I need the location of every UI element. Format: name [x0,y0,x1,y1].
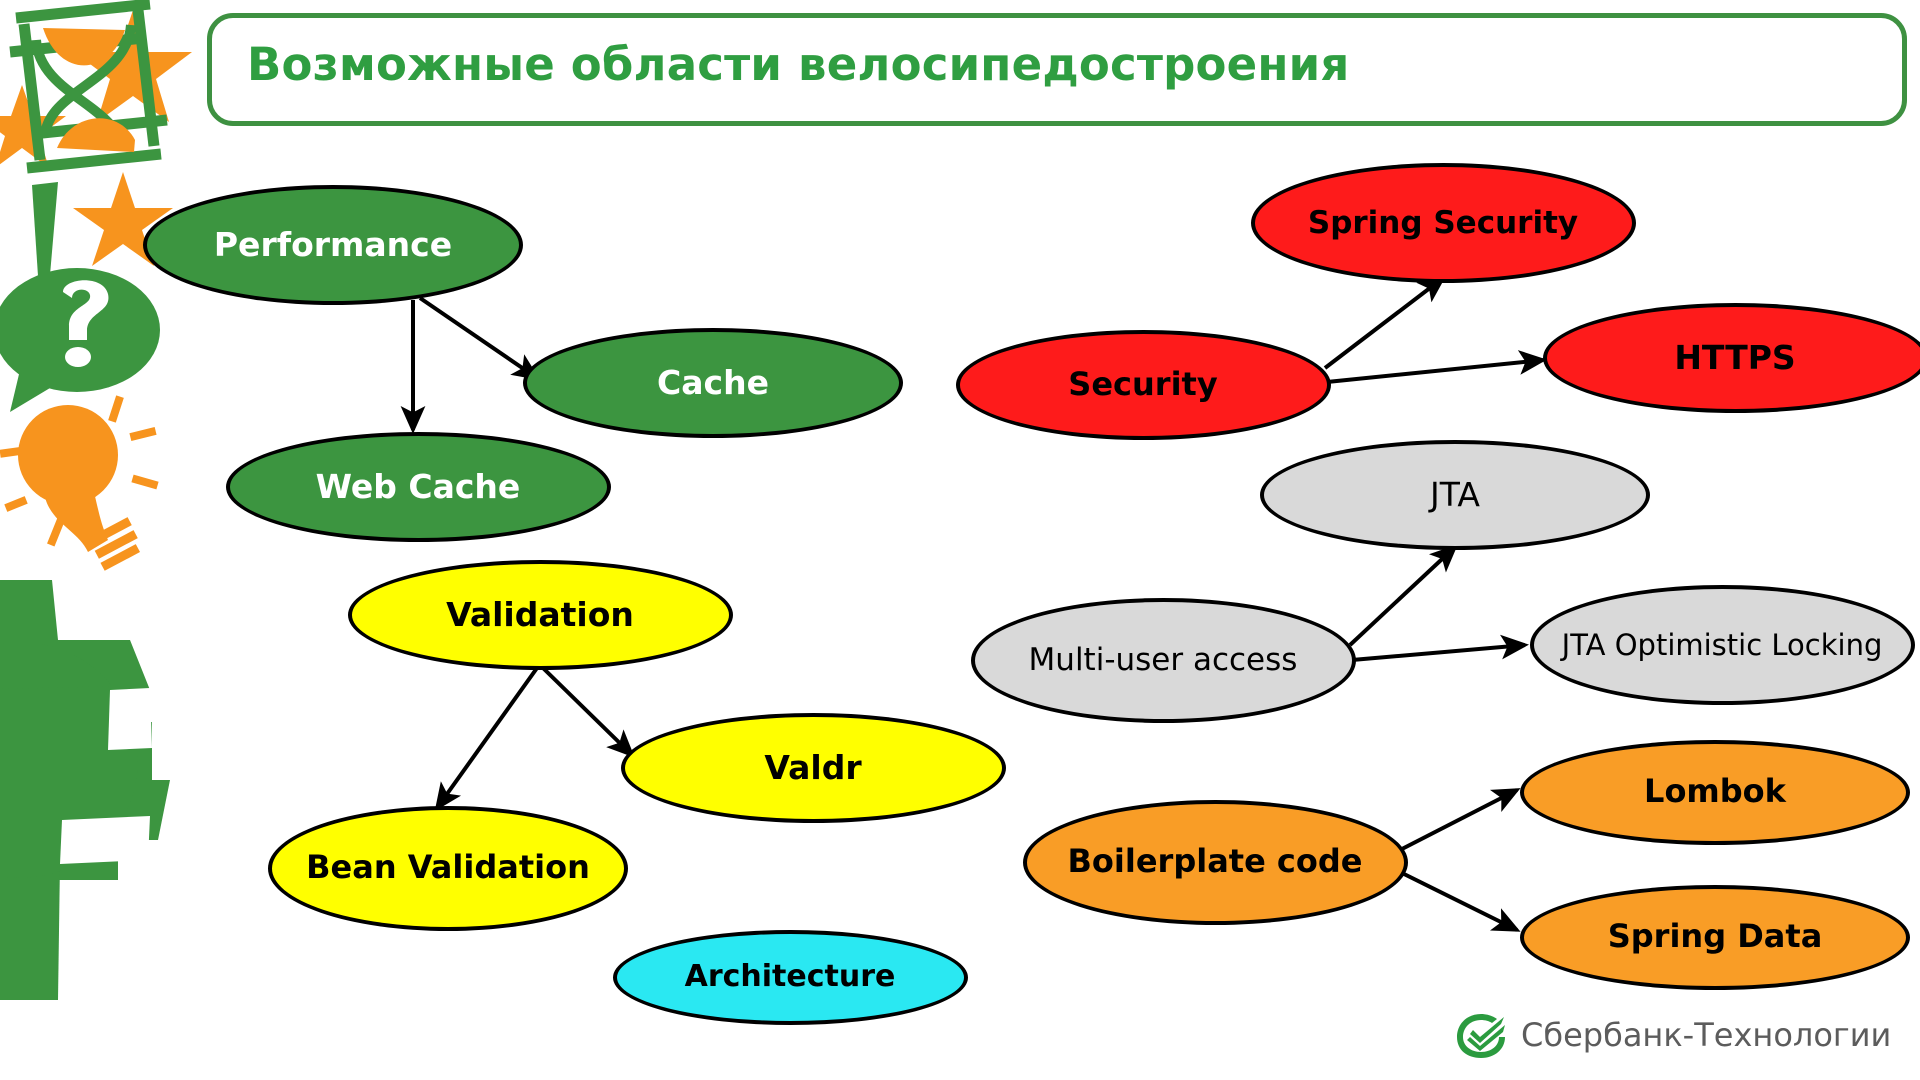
edge-validation-to-beanval [434,666,539,812]
node-label: Multi-user access [1028,641,1298,678]
edge-boilerplate-to-springdata [1399,870,1521,932]
edge-multiuser-to-jtaopt [1351,634,1529,662]
node-boilerplate[interactable]: Boilerplate code [1022,799,1408,925]
node-label: Architecture [684,959,896,995]
node-label: Spring Security [1307,204,1579,241]
node-performance[interactable]: Performance [143,185,523,305]
node-webcache[interactable]: Web Cache [225,432,611,542]
node-label: Lombok [1644,772,1786,811]
node-architecture[interactable]: Architecture [612,929,968,1025]
edge-boilerplate-to-lombok [1399,788,1521,852]
edge-security-to-https [1326,350,1547,384]
node-label: Cache [657,362,769,402]
node-label: JTA Optimistic Locking [1561,627,1883,662]
brand-name: Сбербанк-Технологии [1521,1016,1892,1054]
edge-security-to-springsec [1323,275,1447,370]
node-label: Validation [446,594,634,634]
node-beanval[interactable]: Bean Validation [268,805,628,931]
edge-multiuser-to-jta [1348,544,1458,647]
brand-lockup: Сбербанк-Технологии [1455,1010,1891,1060]
slide-canvas: Возможные области велосипедостроения Per… [0,0,1920,1080]
sberbank-logo-icon [1457,1014,1505,1058]
node-label: Boilerplate code [1067,842,1363,881]
node-label: Performance [213,224,453,264]
node-jta[interactable]: JTA [1260,440,1650,550]
node-springdata[interactable]: Spring Data [1520,884,1910,990]
node-label: Security [1068,365,1218,404]
edge-validation-to-valdr [541,666,635,758]
node-jtaopt[interactable]: JTA Optimistic Locking [1529,585,1915,705]
edge-performance-to-cache [418,296,541,381]
node-label: Spring Data [1607,917,1823,956]
node-security[interactable]: Security [955,330,1331,440]
node-valdr[interactable]: Valdr [620,713,1006,823]
node-https[interactable]: HTTPS [1542,303,1920,413]
node-lombok[interactable]: Lombok [1520,739,1910,845]
node-label: Bean Validation [306,848,590,887]
node-cache[interactable]: Cache [523,328,903,438]
node-multiuser[interactable]: Multi-user access [970,597,1356,723]
node-label: Web Cache [315,466,521,506]
node-label: HTTPS [1674,337,1796,377]
node-springsec[interactable]: Spring Security [1250,163,1636,283]
node-label: JTA [1430,474,1480,514]
node-validation[interactable]: Validation [347,560,733,670]
node-label: Valdr [764,747,862,787]
